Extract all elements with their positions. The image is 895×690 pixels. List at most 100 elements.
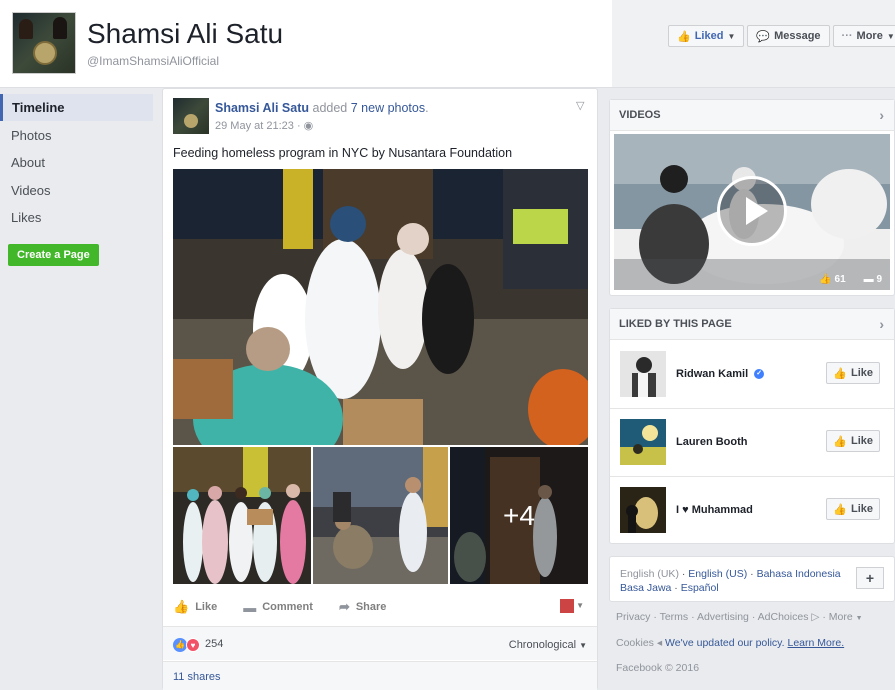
- videos-card-header[interactable]: VIDEOS ›: [610, 100, 894, 131]
- footer-link-adchoices[interactable]: AdChoices: [758, 611, 809, 623]
- like-page-label: Like: [850, 367, 873, 379]
- shares-count[interactable]: 11 shares: [163, 661, 597, 690]
- policy-update-text: We've updated our policy.: [665, 637, 785, 649]
- message-button[interactable]: 💬 Message: [747, 25, 830, 47]
- share-icon: ➦: [338, 599, 350, 614]
- footer-cookies: Cookies ◂ We've updated our policy. Lear…: [616, 637, 845, 649]
- videos-title: VIDEOS: [619, 109, 661, 121]
- plus-icon[interactable]: +: [856, 567, 884, 589]
- liked-page-name-text: Ridwan Kamil: [676, 368, 749, 380]
- post-text: Feeding homeless program in NYC by Nusan…: [173, 146, 513, 160]
- footer-link-advertising[interactable]: Advertising: [697, 611, 749, 623]
- more-photos-overlay[interactable]: +4: [450, 447, 588, 584]
- language-selector: English (UK) · English (US) · Bahasa Ind…: [609, 556, 895, 602]
- chevron-down-icon: ▼: [727, 31, 736, 41]
- footer-link-terms[interactable]: Terms: [660, 611, 689, 623]
- thumbs-up-icon: 👍: [833, 435, 847, 448]
- nav-timeline[interactable]: Timeline: [0, 94, 153, 121]
- more-button[interactable]: ··· More ▼: [832, 25, 895, 47]
- comment-sort-dropdown[interactable]: Chronological ▼: [509, 639, 587, 651]
- like-page-button[interactable]: 👍 Like: [826, 498, 880, 520]
- comment-button[interactable]: ▬ Comment: [243, 600, 313, 615]
- liked-by-header[interactable]: LIKED BY THIS PAGE ›: [610, 309, 894, 340]
- post-photo-4[interactable]: +4: [450, 447, 588, 584]
- page-profile-picture[interactable]: [12, 12, 76, 74]
- footer-link-cookies[interactable]: Cookies: [616, 637, 654, 649]
- globe-icon: · ◉: [296, 120, 314, 132]
- thumbs-up-icon: 👍: [677, 30, 691, 43]
- reaction-count[interactable]: 254: [205, 638, 223, 650]
- footer-links: Privacy · Terms · Advertising · AdChoice…: [616, 611, 863, 623]
- liked-page-row: I ♥ Muhammad 👍 Like: [610, 477, 894, 545]
- nav-photos[interactable]: Photos: [0, 122, 160, 149]
- video-thumbnail[interactable]: 👍 61 ▬ 9: [614, 134, 890, 290]
- post-action-text: added: [312, 101, 348, 115]
- video-likes-count: 61: [834, 274, 846, 285]
- thumbs-up-icon: 👍: [833, 503, 847, 516]
- video-comments-count: 9: [876, 274, 882, 285]
- message-icon: 💬: [756, 30, 771, 43]
- post-options-chevron-icon[interactable]: ▽: [576, 99, 584, 112]
- chevron-right-icon: ›: [879, 107, 884, 123]
- footer-link-more[interactable]: More: [829, 611, 853, 623]
- chevron-down-icon[interactable]: ▼: [576, 601, 584, 610]
- liked-page-avatar[interactable]: [620, 351, 666, 397]
- more-label: More: [856, 30, 883, 42]
- liked-by-page-card: LIKED BY THIS PAGE › Ridwan Kamil ✓ 👍 Li…: [609, 308, 895, 544]
- chevron-down-icon: ▼: [886, 31, 895, 41]
- comment-icon: ▬: [243, 599, 257, 615]
- post-actions-bar: 👍 Like ▬ Comment ➦ Share ▼: [173, 596, 588, 618]
- thumbs-up-icon: 👍: [173, 599, 190, 614]
- chevron-down-icon: ▼: [855, 615, 863, 622]
- page-nav: Timeline Photos About Videos Likes Creat…: [0, 94, 160, 266]
- video-likes: 👍 61: [819, 274, 846, 285]
- liked-page-name[interactable]: Lauren Booth: [676, 436, 748, 448]
- adchoices-icon: ▷: [811, 611, 820, 623]
- post-photo-3[interactable]: [313, 447, 448, 584]
- like-page-button[interactable]: 👍 Like: [826, 362, 880, 384]
- share-button[interactable]: ➦ Share: [339, 599, 386, 615]
- post-timestamp[interactable]: 29 May at 21:23 · ◉: [215, 119, 313, 132]
- language-link[interactable]: Español: [681, 582, 719, 594]
- language-link[interactable]: Basa Jawa: [620, 582, 671, 594]
- love-reaction-icon[interactable]: ♥: [186, 638, 200, 652]
- post-author-avatar[interactable]: [173, 98, 209, 134]
- like-page-label: Like: [850, 503, 873, 515]
- post-photo-2[interactable]: [173, 447, 311, 584]
- comment-sort-label: Chronological: [508, 639, 577, 651]
- share-label: Share: [355, 601, 387, 613]
- learn-more-link[interactable]: Learn More.: [788, 637, 845, 649]
- post-photo-main[interactable]: [173, 169, 588, 445]
- page-header: Shamsi Ali Satu @ImamShamsiAliOfficial: [0, 0, 612, 88]
- video-comments: ▬ 9: [863, 274, 882, 285]
- liked-page-avatar[interactable]: [620, 487, 666, 533]
- post-photos-link[interactable]: 7 new photos: [351, 101, 425, 115]
- post-card: Shamsi Ali Satu added 7 new photos. 29 M…: [162, 88, 598, 690]
- message-label: Message: [774, 30, 821, 42]
- language-link[interactable]: English (US): [688, 568, 747, 580]
- liked-page-name[interactable]: I ♥ Muhammad: [676, 504, 753, 516]
- liked-page-name[interactable]: Ridwan Kamil ✓: [676, 368, 765, 380]
- like-button[interactable]: 👍 Like: [173, 599, 217, 615]
- like-reaction-icon[interactable]: 👍: [173, 638, 187, 652]
- play-icon[interactable]: [717, 176, 787, 246]
- create-page-button[interactable]: Create a Page: [8, 243, 99, 266]
- more-dots-icon: ···: [841, 30, 853, 42]
- liked-page-name-text: I ♥ Muhammad: [676, 504, 753, 516]
- nav-likes[interactable]: Likes: [0, 204, 160, 231]
- post-as-avatar[interactable]: [560, 599, 574, 613]
- liked-button[interactable]: 👍 Liked ▼: [668, 25, 745, 47]
- current-language: English (UK): [620, 568, 679, 580]
- language-link[interactable]: Bahasa Indonesia: [757, 568, 841, 580]
- reactions-bar: 👍 ♥ 254 Chronological ▼: [163, 626, 597, 660]
- post-author-name[interactable]: Shamsi Ali Satu: [215, 101, 309, 115]
- nav-about[interactable]: About: [0, 149, 160, 176]
- footer-link-privacy[interactable]: Privacy: [616, 611, 650, 623]
- page-handle[interactable]: @ImamShamsiAliOfficial: [87, 54, 219, 68]
- thumbs-up-icon: 👍: [833, 367, 847, 380]
- nav-videos[interactable]: Videos: [0, 177, 160, 204]
- liked-page-avatar[interactable]: [620, 419, 666, 465]
- like-page-button[interactable]: 👍 Like: [826, 430, 880, 452]
- post-action-end: .: [425, 101, 429, 115]
- comment-label: Comment: [262, 601, 313, 613]
